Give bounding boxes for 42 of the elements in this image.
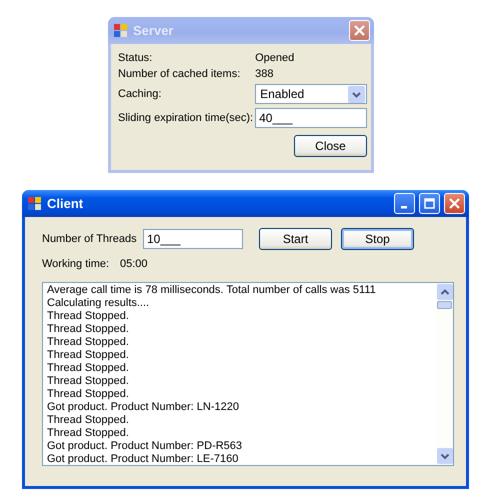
stop-button[interactable]: Stop (341, 228, 414, 250)
scroll-thumb[interactable] (437, 301, 452, 309)
scroll-down-icon[interactable] (436, 448, 452, 464)
log-line: Got product. Product Number: PD-R563 (47, 440, 244, 453)
start-button[interactable]: Start (259, 228, 332, 250)
app-icon (113, 22, 129, 38)
minimize-button[interactable] (394, 193, 415, 214)
log-line: Got product. Product Number: LN-1220 (47, 401, 240, 414)
log-line: Thread Stopped. (47, 323, 130, 336)
app-icon (27, 196, 43, 212)
expiration-label: Sliding expiration time(sec): (118, 112, 254, 124)
close-icon[interactable] (448, 197, 461, 210)
log-line: Thread Stopped. (47, 336, 130, 349)
cached-items-value: 388 (255, 68, 274, 80)
log-line: Thread Stopped. (47, 427, 130, 440)
scroll-up-icon[interactable] (436, 284, 452, 300)
maximize-button[interactable] (419, 193, 440, 214)
log-line: Average call time is 78 milliseconds. Total number of calls was 5111 (47, 284, 377, 297)
log-line: Got product. Product Number: LE-7160 (47, 453, 240, 466)
threads-label: Number of Threads (42, 233, 138, 245)
expiration-field[interactable]: 40___ (255, 108, 367, 128)
window-title: Client (47, 196, 84, 211)
close-button[interactable] (444, 193, 465, 214)
log-line: Thread Stopped. (47, 414, 130, 427)
working-time-label: Working time: (42, 258, 110, 270)
cached-items-label: Number of cached items: (118, 68, 242, 80)
window-title: Server (133, 23, 174, 38)
working-time-value: 05:00 (120, 258, 148, 270)
status-label: Status: (118, 52, 154, 64)
log-line: Calculating results.... (47, 297, 150, 310)
log-line: Thread Stopped. (47, 349, 130, 362)
log-line: Thread Stopped. (47, 362, 130, 375)
maximize-icon[interactable] (423, 197, 436, 210)
status-value: Opened (255, 52, 296, 64)
caching-dropdown[interactable]: Enabled (255, 84, 367, 104)
log-line: Thread Stopped. (47, 310, 130, 323)
close-button[interactable]: Close (294, 135, 367, 157)
log-line: Thread Stopped. (47, 388, 130, 401)
scrollbar[interactable] (436, 283, 453, 465)
caching-label: Caching: (118, 88, 162, 100)
log-line: Thread Stopped. (47, 375, 130, 388)
threads-field[interactable]: 10___ (143, 229, 243, 249)
